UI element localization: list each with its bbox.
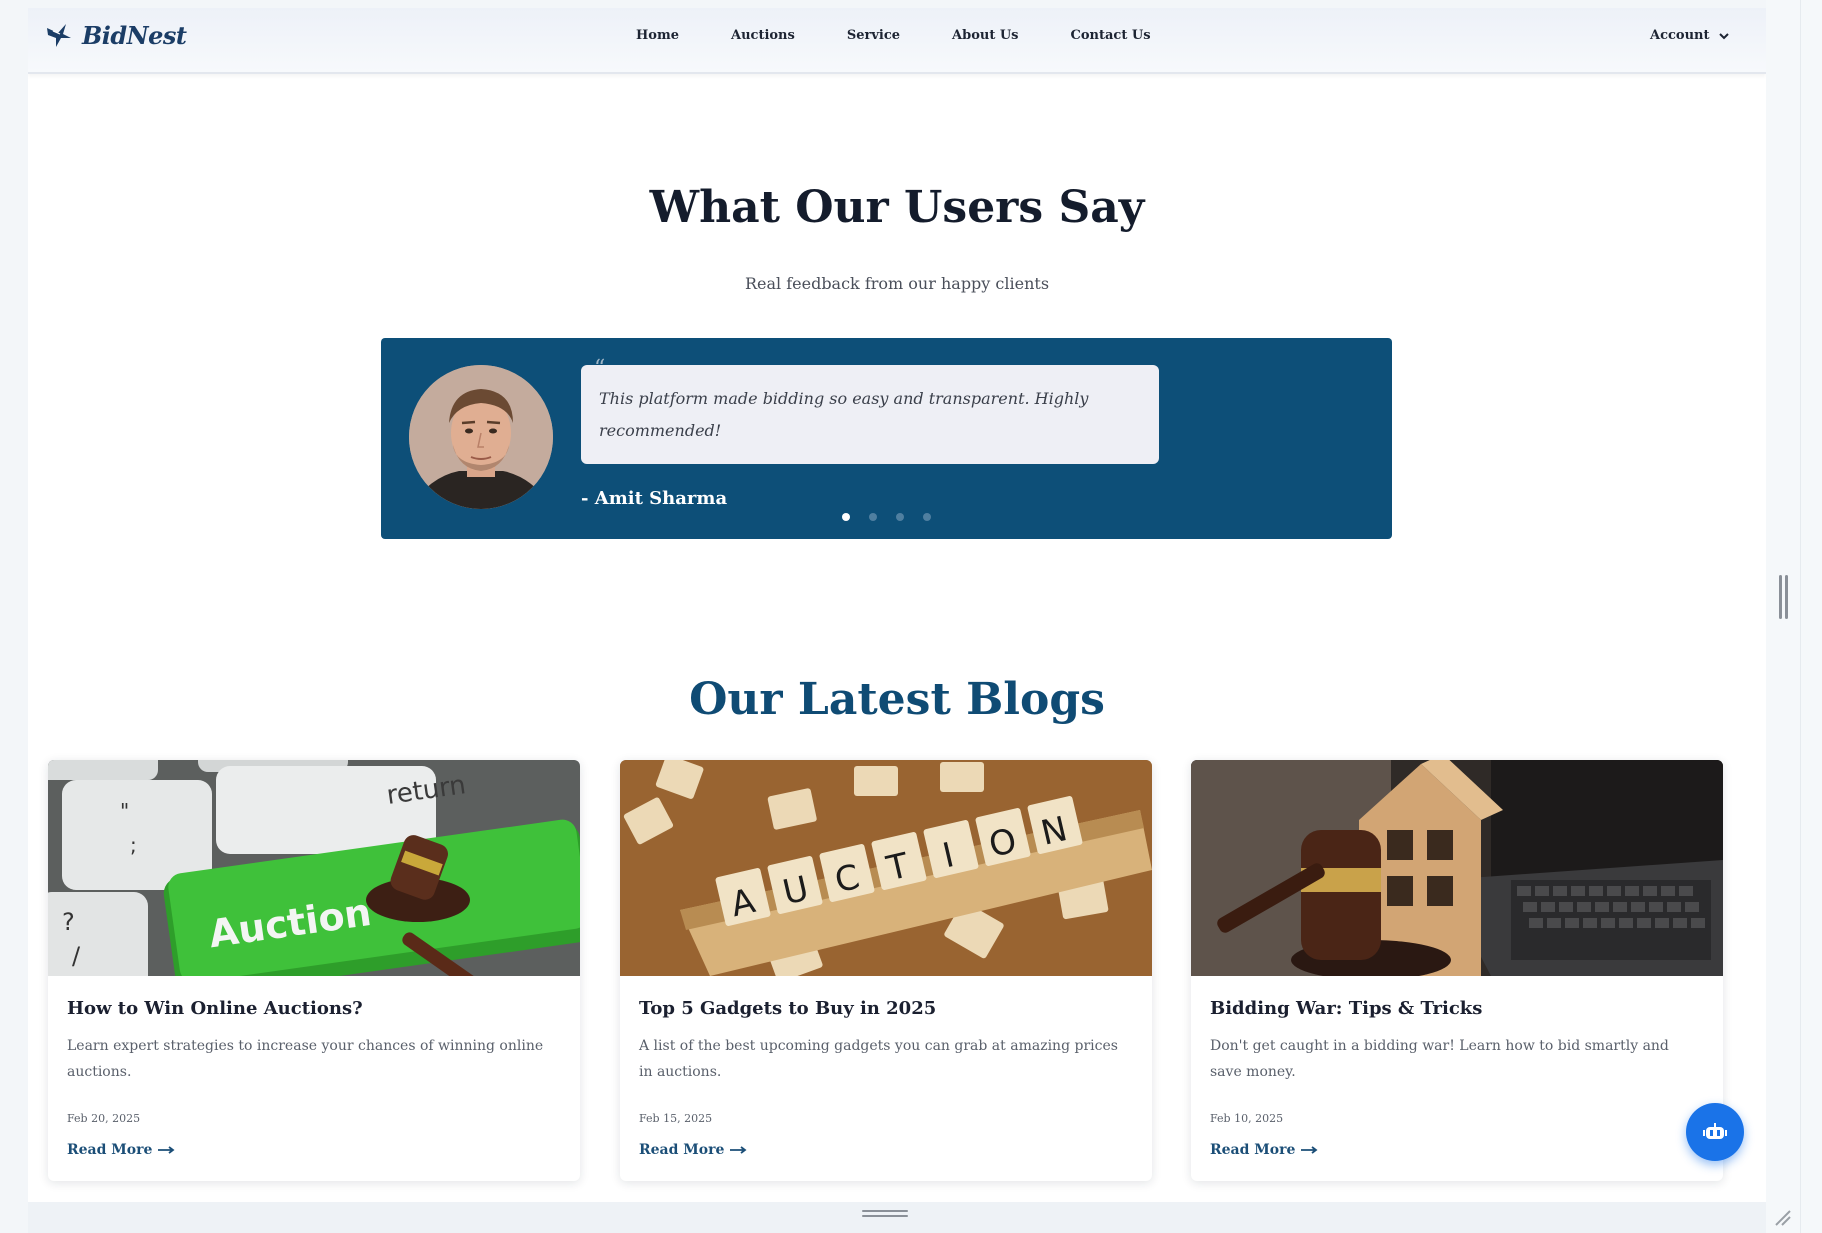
carousel-dot-3[interactable] bbox=[896, 513, 904, 521]
nav-auctions[interactable]: Auctions bbox=[731, 28, 795, 43]
bottom-resize-handle[interactable] bbox=[862, 1210, 908, 1220]
avatar bbox=[409, 365, 553, 509]
blog-card: A U C T I O N Top 5 Gadgets to Buy in 20… bbox=[620, 760, 1152, 1181]
account-label: Account bbox=[1650, 28, 1710, 43]
carousel-dots bbox=[842, 513, 931, 521]
carousel-dot-1[interactable] bbox=[842, 513, 850, 521]
svg-text:": " bbox=[120, 799, 129, 823]
nav-about-us[interactable]: About Us bbox=[952, 28, 1019, 43]
chevron-down-icon bbox=[1718, 32, 1729, 39]
testimonial-author: - Amit Sharma bbox=[581, 488, 728, 509]
blog-title[interactable]: Bidding War: Tips & Tricks bbox=[1210, 998, 1704, 1019]
blog-body: Bidding War: Tips & Tricks Don't get cau… bbox=[1210, 998, 1704, 1085]
blog-card: Bidding War: Tips & Tricks Don't get cau… bbox=[1191, 760, 1723, 1181]
chatbot-button[interactable] bbox=[1686, 1103, 1744, 1161]
brand-name: BidNest bbox=[82, 20, 187, 50]
blog-description: A list of the best upcoming gadgets you … bbox=[639, 1038, 1118, 1080]
testimonials-subtitle: Real feedback from our happy clients bbox=[744, 274, 1050, 293]
read-more-link[interactable]: Read More bbox=[1210, 1142, 1319, 1158]
nav-contact-us[interactable]: Contact Us bbox=[1071, 28, 1151, 43]
blog-title[interactable]: How to Win Online Auctions? bbox=[67, 998, 561, 1019]
read-more-label: Read More bbox=[1210, 1142, 1296, 1158]
quote-box: This platform made bidding so easy and t… bbox=[581, 365, 1159, 464]
gutter-divider bbox=[1800, 0, 1801, 1233]
navbar: BidNest Home Auctions Service About Us C… bbox=[28, 8, 1766, 74]
blog-body: How to Win Online Auctions? Learn expert… bbox=[67, 998, 561, 1085]
auction-key-gavel-image: return " ; ? / Auction bbox=[48, 760, 580, 976]
split-resize-handle[interactable] bbox=[1778, 575, 1788, 619]
blogs-title: Our Latest Blogs bbox=[689, 674, 1105, 725]
svg-text:?: ? bbox=[62, 908, 75, 936]
svg-text:/: / bbox=[72, 942, 81, 970]
arrow-right-icon bbox=[730, 1146, 747, 1154]
gavel-house-laptop-image bbox=[1191, 760, 1723, 976]
read-more-label: Read More bbox=[639, 1142, 725, 1158]
blog-card: return " ; ? / Auction How to Win Online… bbox=[48, 760, 580, 1181]
nav-home[interactable]: Home bbox=[636, 28, 679, 43]
main-nav: Home Auctions Service About Us Contact U… bbox=[636, 28, 1151, 43]
nav-service[interactable]: Service bbox=[847, 28, 900, 43]
bot-icon bbox=[1703, 1123, 1727, 1139]
testimonials-title: What Our Users Say bbox=[649, 182, 1145, 233]
brand-logo[interactable]: BidNest bbox=[44, 20, 187, 50]
arrow-right-icon bbox=[158, 1146, 175, 1154]
read-more-link[interactable]: Read More bbox=[67, 1142, 176, 1158]
read-more-link[interactable]: Read More bbox=[639, 1142, 748, 1158]
blog-title[interactable]: Top 5 Gadgets to Buy in 2025 bbox=[639, 998, 1133, 1019]
resize-grip-icon[interactable] bbox=[1770, 1205, 1792, 1227]
arrow-right-icon bbox=[1301, 1146, 1318, 1154]
right-gutter bbox=[1766, 0, 1822, 1233]
blog-body: Top 5 Gadgets to Buy in 2025 A list of t… bbox=[639, 998, 1133, 1085]
auction-scrabble-tiles-image: A U C T I O N bbox=[620, 760, 1152, 976]
blog-date: Feb 15, 2025 bbox=[639, 1112, 713, 1125]
account-dropdown[interactable]: Account bbox=[1650, 28, 1730, 43]
read-more-label: Read More bbox=[67, 1142, 153, 1158]
blog-date: Feb 20, 2025 bbox=[67, 1112, 141, 1125]
carousel-dot-2[interactable] bbox=[869, 513, 877, 521]
blog-date: Feb 10, 2025 bbox=[1210, 1112, 1284, 1125]
bird-logo-icon bbox=[47, 24, 71, 47]
testimonial-quote: This platform made bidding so easy and t… bbox=[599, 389, 1089, 440]
blog-description: Don't get caught in a bidding war! Learn… bbox=[1210, 1038, 1669, 1080]
page: BidNest Home Auctions Service About Us C… bbox=[28, 8, 1766, 1233]
blog-description: Learn expert strategies to increase your… bbox=[67, 1038, 544, 1080]
svg-text:;: ; bbox=[130, 833, 137, 857]
testimonial-carousel: “ This platform made bidding so easy and… bbox=[381, 338, 1392, 539]
carousel-dot-4[interactable] bbox=[923, 513, 931, 521]
